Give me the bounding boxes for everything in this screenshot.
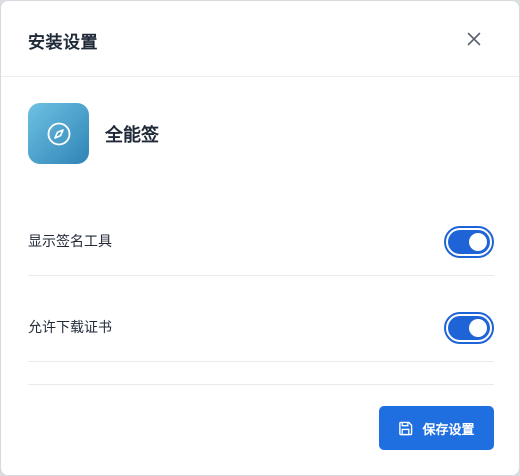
setting-row-allow-cert-download: 允许下载证书 xyxy=(28,275,494,362)
toggle-knob xyxy=(469,319,487,337)
setting-label: 允许下载证书 xyxy=(28,320,112,336)
footer-divider xyxy=(28,384,494,385)
compass-icon xyxy=(47,122,70,145)
setting-row-show-sign-tool: 显示签名工具 xyxy=(28,189,494,276)
app-name: 全能签 xyxy=(105,124,159,146)
dialog-title: 安装设置 xyxy=(28,33,98,53)
dialog-header: 安装设置 xyxy=(1,1,519,77)
save-icon xyxy=(399,421,413,435)
toggle-knob xyxy=(469,233,487,251)
save-settings-button[interactable]: 保存设置 xyxy=(379,406,494,450)
toggle-track xyxy=(448,316,490,340)
close-icon xyxy=(467,32,481,46)
app-info: 全能签 xyxy=(28,103,159,164)
setting-label: 显示签名工具 xyxy=(28,234,112,250)
close-button[interactable] xyxy=(463,28,485,50)
install-settings-dialog: 安装设置 全能签 显示签名工具 允许下载证书 保存设置 xyxy=(0,0,520,476)
allow-cert-download-toggle[interactable] xyxy=(444,312,494,344)
app-icon xyxy=(28,103,89,164)
show-sign-tool-toggle[interactable] xyxy=(444,226,494,258)
save-button-label: 保存设置 xyxy=(422,422,475,438)
toggle-track xyxy=(448,230,490,254)
